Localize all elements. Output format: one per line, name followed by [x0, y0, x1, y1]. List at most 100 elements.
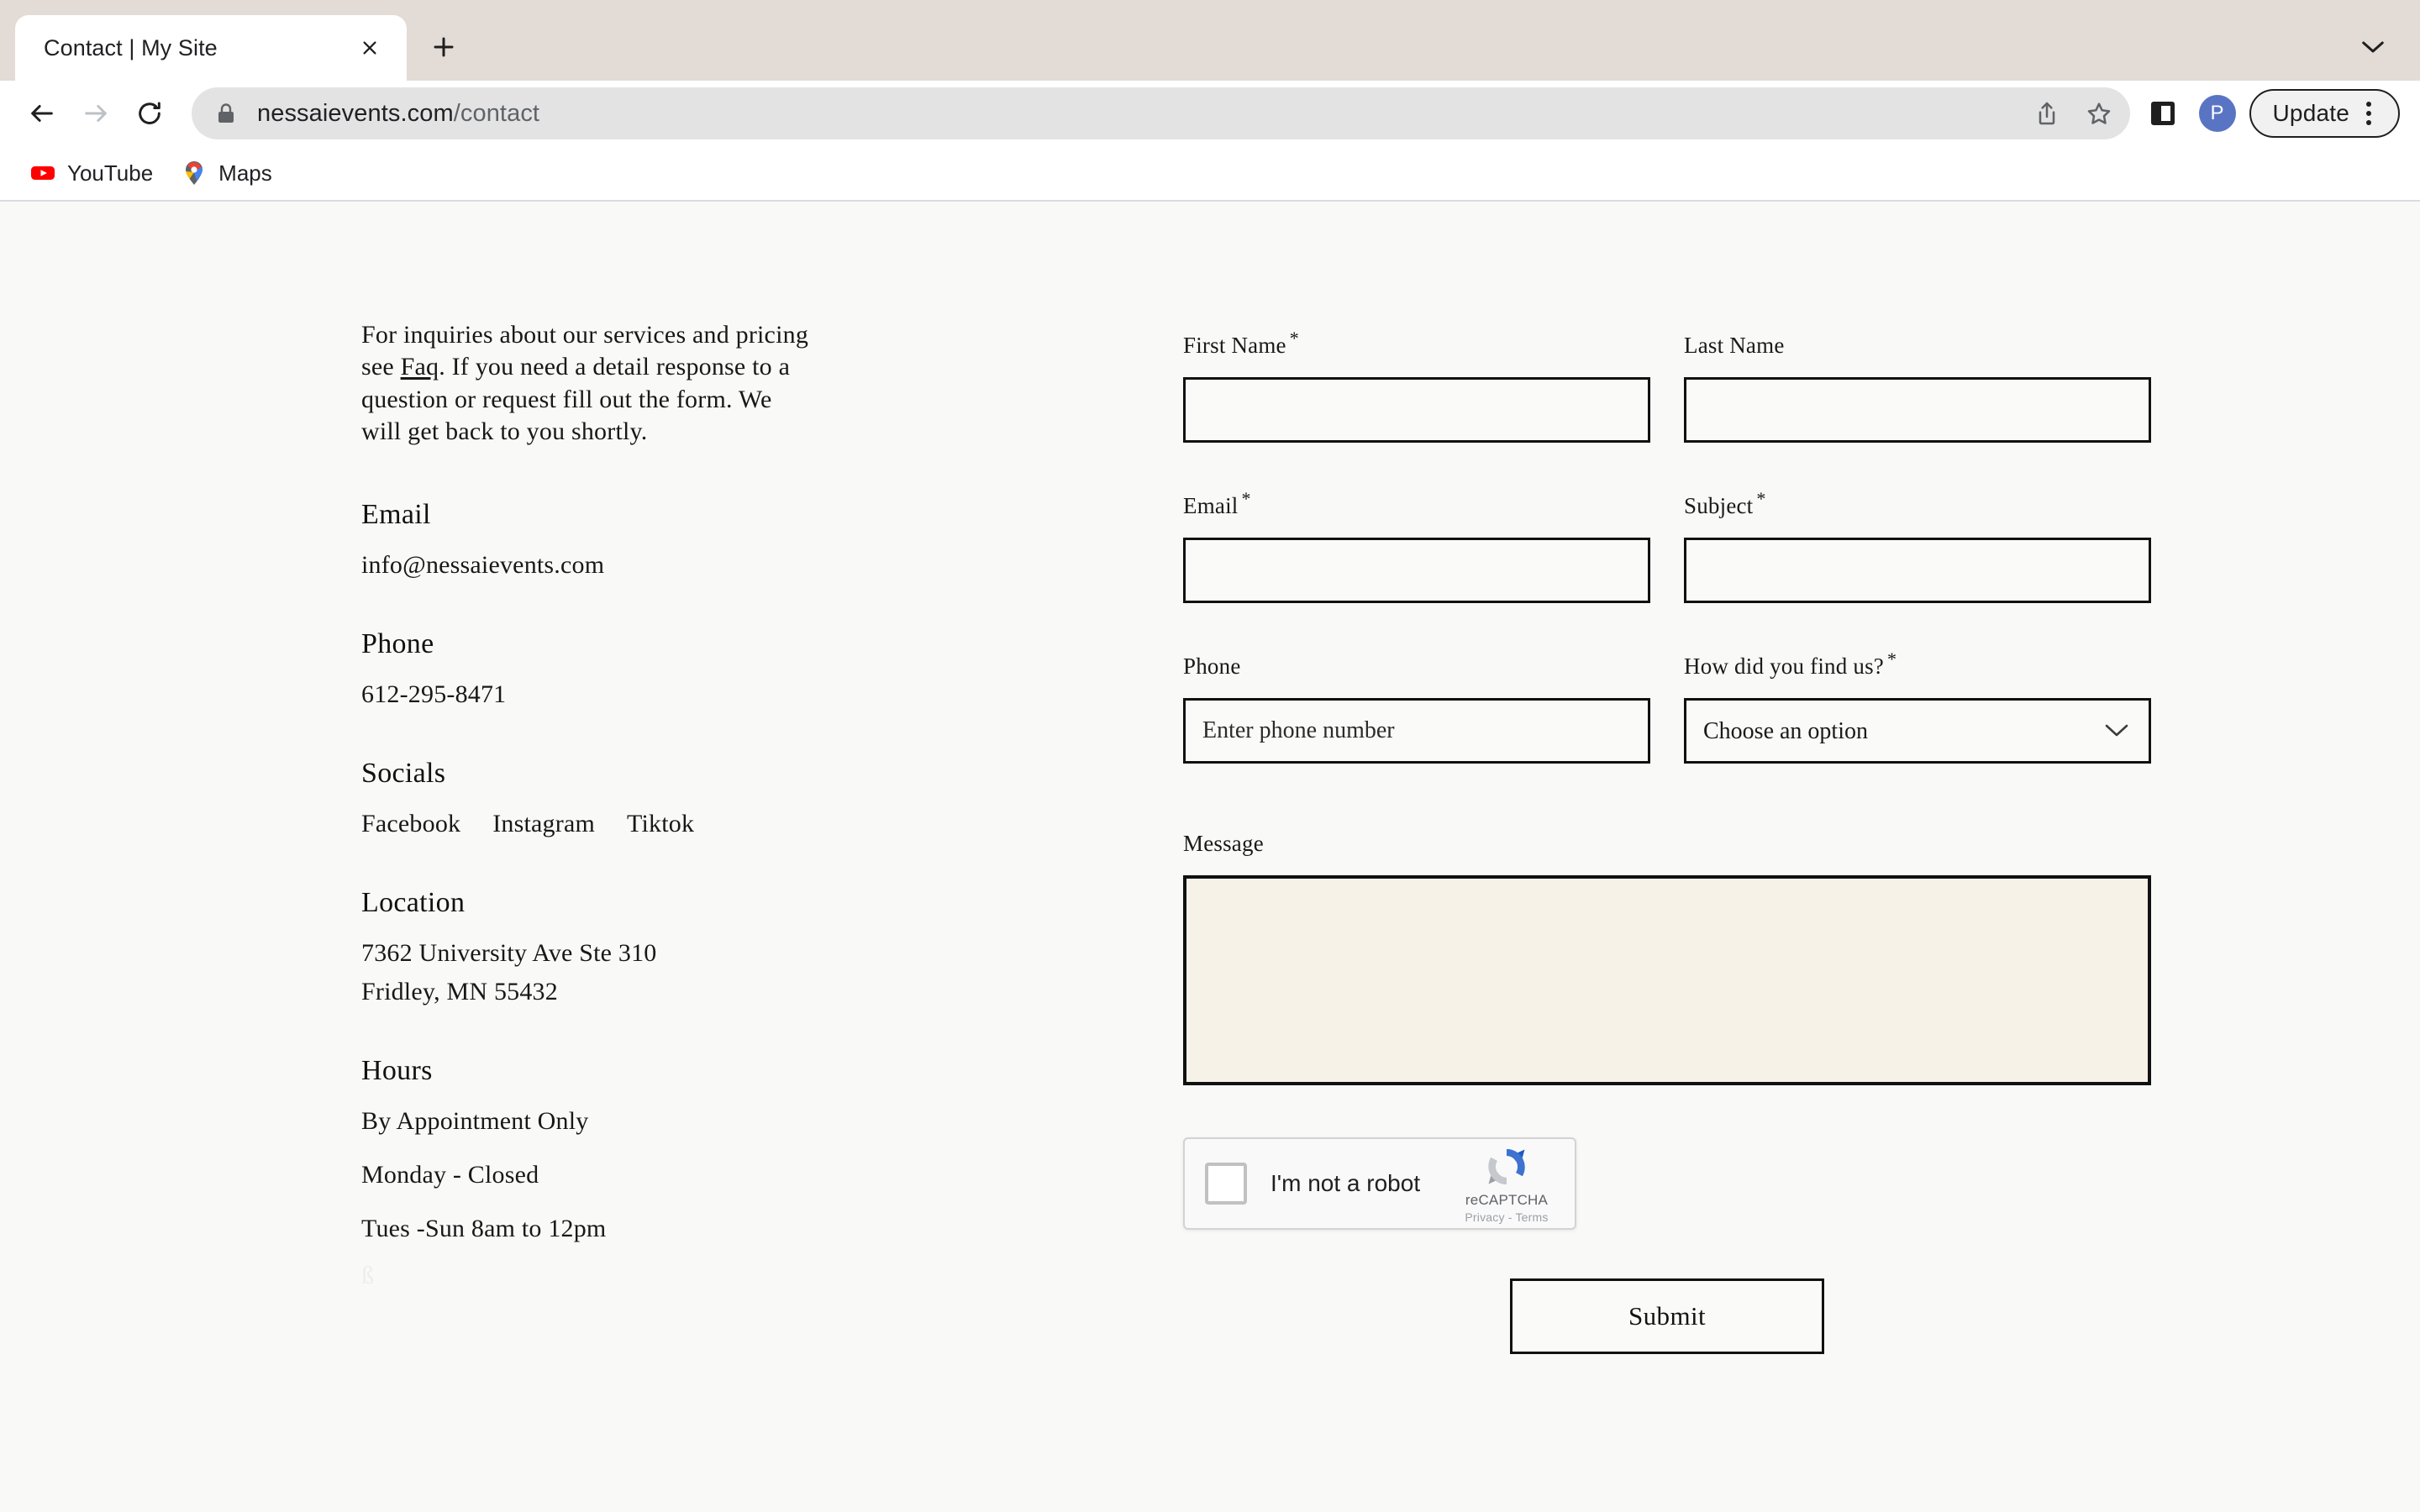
message-label: Message [1183, 826, 2151, 857]
update-button-label: Update [2272, 100, 2349, 126]
social-link-tiktok[interactable]: Tiktok [627, 810, 694, 838]
recaptcha-logo-icon [1483, 1143, 1530, 1190]
chevron-down-icon[interactable] [2351, 25, 2395, 69]
hours-heading: Hours [361, 1054, 433, 1086]
first-name-label: First Name * [1183, 328, 1650, 359]
required-marker: * [1241, 488, 1251, 509]
bookmark-youtube[interactable]: YouTube [18, 151, 165, 195]
phone-label: Phone [1183, 648, 1650, 680]
bookmarks-bar: YouTube Maps [0, 146, 2420, 202]
find-us-label: How did you find us? * [1684, 648, 2151, 680]
first-name-label-text: First Name [1183, 333, 1286, 358]
form-row-names: First Name * Last Name [1183, 328, 2151, 443]
required-marker: * [1886, 648, 1897, 669]
recaptcha-label: I'm not a robot [1270, 1170, 1421, 1196]
recaptcha-widget[interactable]: I'm not a robot reCAPTCHA Privacy - Term… [1183, 1137, 1576, 1230]
bookmark-maps[interactable]: Maps [170, 151, 284, 195]
side-panel-icon[interactable] [2139, 89, 2187, 138]
contact-info-column: For inquiries about our services and pri… [361, 319, 832, 1290]
form-row-message: Message [1183, 826, 2151, 1085]
arrow-forward-icon [69, 87, 123, 140]
email-heading: Email [361, 498, 431, 530]
browser-window: Contact | My Site nessaievents.com/conta… [0, 0, 2420, 1512]
field-message: Message [1183, 826, 2151, 1085]
field-subject: Subject * [1684, 488, 2151, 603]
tab-strip: Contact | My Site [0, 0, 2420, 81]
url-text: nessaievents.com/contact [257, 100, 2021, 128]
youtube-icon [30, 160, 55, 186]
browser-tab[interactable]: Contact | My Site [15, 15, 407, 81]
find-us-label-text: How did you find us? [1684, 654, 1884, 679]
field-first-name: First Name * [1183, 328, 1650, 443]
url-path: /contact [453, 99, 540, 127]
field-how-did-you-find-us: How did you find us? * Choose an option [1684, 648, 2151, 764]
email-label: Email * [1183, 488, 1650, 519]
find-us-select-wrapper: Choose an option [1684, 698, 2151, 764]
close-icon[interactable] [351, 29, 388, 66]
faq-link[interactable]: Faq [401, 353, 439, 381]
intro-paragraph: For inquiries about our services and pri… [361, 319, 815, 449]
first-name-input[interactable] [1183, 377, 1650, 443]
location-line-2: Fridley, MN 55432 [361, 977, 558, 1005]
tab-title: Contact | My Site [44, 34, 218, 60]
hours-line-2: Monday - Closed [361, 1160, 539, 1189]
socials-heading: Socials [361, 757, 446, 789]
location-block: Location 7362 University Ave Ste 310 Fri… [361, 887, 832, 1006]
required-marker: * [1756, 488, 1766, 509]
email-value: info@nessaievents.com [361, 550, 605, 579]
share-icon[interactable] [2021, 87, 2073, 139]
message-label-text: Message [1183, 831, 1264, 856]
lock-icon [217, 101, 239, 126]
last-name-input[interactable] [1684, 377, 2151, 443]
kebab-menu-icon[interactable] [2349, 94, 2388, 133]
social-link-instagram[interactable]: Instagram [492, 810, 595, 838]
phone-label-text: Phone [1183, 654, 1241, 679]
form-row-phone-findus: Phone How did you find us?* Choose an op… [1183, 648, 2151, 764]
page-viewport: For inquiries about our services and pri… [0, 202, 2420, 1512]
field-phone: Phone [1183, 648, 1650, 764]
phone-input[interactable] [1183, 698, 1650, 764]
find-us-select[interactable]: Choose an option [1684, 698, 2151, 764]
address-bar[interactable]: nessaievents.com/contact [192, 87, 2130, 139]
subject-input[interactable] [1684, 538, 2151, 603]
email-block: Email info@nessaievents.com [361, 499, 832, 580]
avatar[interactable]: P [2198, 95, 2236, 132]
phone-value: 612-295-8471 [361, 680, 507, 708]
star-icon[interactable] [2073, 87, 2125, 139]
required-marker: * [1289, 328, 1299, 349]
socials-block: Socials Facebook Instagram Tiktok [361, 758, 832, 838]
field-email: Email * [1183, 488, 1650, 603]
field-last-name: Last Name [1684, 328, 2151, 443]
bookmark-label: YouTube [67, 160, 154, 186]
subject-label-text: Subject [1684, 493, 1754, 518]
hours-block: Hours By Appointment Only Monday - Close… [361, 1055, 832, 1290]
hours-line-3: Tues -Sun 8am to 12pm [361, 1214, 607, 1242]
location-heading: Location [361, 886, 466, 918]
arrow-back-icon[interactable] [15, 87, 69, 140]
update-button[interactable]: Update [2249, 89, 2400, 138]
submit-row: Submit [1183, 1278, 2151, 1354]
last-name-label: Last Name [1684, 328, 2151, 359]
recaptcha-legal-text[interactable]: Privacy - Terms [1465, 1210, 1548, 1224]
email-input[interactable] [1183, 538, 1650, 603]
google-maps-pin-icon [182, 160, 207, 186]
hours-line-1: By Appointment Only [361, 1106, 589, 1135]
reload-icon[interactable] [123, 87, 176, 140]
last-name-label-text: Last Name [1684, 333, 1785, 358]
submit-button[interactable]: Submit [1510, 1278, 1824, 1354]
trailing-character: ß [361, 1261, 374, 1289]
contact-page: For inquiries about our services and pri… [0, 202, 2420, 1512]
form-row-email-subject: Email * Subject * [1183, 488, 2151, 603]
bookmark-label: Maps [218, 160, 272, 186]
url-host: nessaievents.com [257, 99, 454, 127]
new-tab-button[interactable] [418, 22, 469, 72]
recaptcha-checkbox[interactable] [1205, 1163, 1247, 1205]
email-label-text: Email [1183, 493, 1239, 518]
phone-heading: Phone [361, 627, 434, 659]
contact-form: First Name* Last Name Email* Subject* [1183, 328, 2151, 1354]
socials-links: Facebook Instagram Tiktok [361, 810, 832, 838]
message-textarea[interactable] [1183, 875, 2151, 1085]
recaptcha-brand-text: reCAPTCHA [1465, 1192, 1549, 1208]
social-link-facebook[interactable]: Facebook [361, 810, 460, 838]
browser-toolbar: nessaievents.com/contact P Update [0, 81, 2420, 146]
